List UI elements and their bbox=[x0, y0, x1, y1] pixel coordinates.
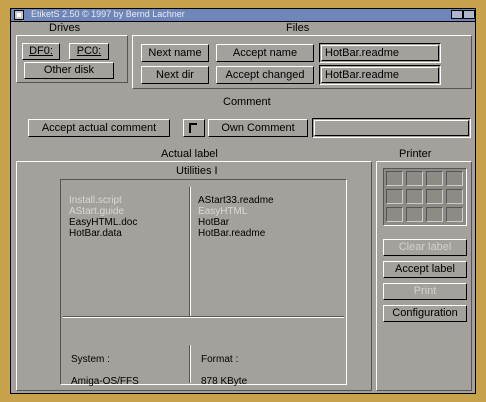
comment-heading: Comment bbox=[223, 96, 271, 108]
other-disk-button[interactable]: Other disk bbox=[24, 62, 114, 79]
grid-cell[interactable] bbox=[426, 171, 443, 186]
system-label: System : bbox=[71, 354, 110, 365]
grid-cell[interactable] bbox=[386, 189, 403, 204]
label-title: Utilities I bbox=[176, 165, 218, 177]
list-item: Install.script bbox=[69, 195, 122, 206]
list-item: EasyHTML bbox=[198, 206, 248, 217]
changed-field[interactable]: HotBar.readme bbox=[319, 65, 441, 85]
zoom-gadget-icon[interactable] bbox=[451, 10, 463, 19]
footer-column-divider bbox=[189, 345, 191, 383]
grid-cell[interactable] bbox=[386, 207, 403, 222]
grid-cell[interactable] bbox=[446, 207, 463, 222]
configuration-button[interactable]: Configuration bbox=[383, 305, 467, 322]
print-button[interactable]: Print bbox=[383, 283, 467, 300]
files-heading: Files bbox=[286, 22, 310, 34]
label-file-list-right: AStart33.readme EasyHTML HotBar HotBar.r… bbox=[198, 195, 274, 239]
main-window: EtiketS 2.50 © 1997 by Bernd Lachner Dri… bbox=[10, 8, 476, 394]
next-name-button[interactable]: Next name bbox=[141, 44, 209, 62]
format-label: Format : bbox=[201, 354, 239, 365]
label-sheet-grid bbox=[383, 168, 467, 226]
own-comment-button[interactable]: Own Comment bbox=[208, 119, 308, 137]
label-file-list-left: Install.script AStart.guide EasyHTML.doc… bbox=[69, 195, 137, 239]
clear-label-button[interactable]: Clear label bbox=[383, 239, 467, 256]
grid-cell[interactable] bbox=[446, 189, 463, 204]
list-item: EasyHTML.doc bbox=[69, 217, 138, 228]
grid-cell[interactable] bbox=[426, 207, 443, 222]
footer-divider bbox=[63, 316, 344, 318]
format-value: 878 KByte bbox=[201, 376, 248, 387]
name-field-value: HotBar.readme bbox=[321, 45, 439, 61]
accept-actual-comment-button[interactable]: Accept actual comment bbox=[28, 119, 170, 137]
name-field[interactable]: HotBar.readme bbox=[319, 43, 441, 63]
pc0-button[interactable]: PC0: bbox=[69, 43, 109, 60]
system-value: Amiga-OS/FFS bbox=[71, 376, 139, 387]
column-divider bbox=[189, 187, 191, 317]
actual-label-heading: Actual label bbox=[161, 148, 218, 160]
drives-heading: Drives bbox=[49, 22, 81, 34]
accept-changed-button[interactable]: Accept changed bbox=[216, 66, 314, 84]
list-item: AStart.guide bbox=[69, 206, 125, 217]
grid-cell[interactable] bbox=[426, 189, 443, 204]
grid-cell[interactable] bbox=[446, 171, 463, 186]
accept-label-button[interactable]: Accept label bbox=[383, 261, 467, 278]
list-item: HotBar bbox=[198, 217, 230, 228]
comment-field-value bbox=[314, 120, 469, 136]
comment-field[interactable] bbox=[312, 118, 471, 138]
list-item: HotBar.readme bbox=[198, 228, 266, 239]
accept-name-button[interactable]: Accept name bbox=[216, 44, 314, 62]
depth-gadget-icon[interactable] bbox=[463, 10, 475, 19]
list-item: AStart33.readme bbox=[198, 195, 274, 206]
changed-field-value: HotBar.readme bbox=[321, 67, 439, 83]
df0-button[interactable]: DF0: bbox=[22, 43, 60, 60]
printer-heading: Printer bbox=[399, 148, 432, 160]
grid-cell[interactable] bbox=[406, 189, 423, 204]
title-bar[interactable]: EtiketS 2.50 © 1997 by Bernd Lachner bbox=[11, 9, 475, 22]
comment-checkbox[interactable] bbox=[183, 119, 205, 137]
next-dir-button[interactable]: Next dir bbox=[141, 66, 209, 84]
grid-cell[interactable] bbox=[386, 171, 403, 186]
window-title: EtiketS 2.50 © 1997 by Bernd Lachner bbox=[31, 9, 185, 19]
grid-cell[interactable] bbox=[406, 171, 423, 186]
grid-cell[interactable] bbox=[406, 207, 423, 222]
checkmark-icon bbox=[189, 123, 197, 133]
list-item: HotBar.data bbox=[69, 228, 122, 239]
close-gadget-icon[interactable] bbox=[14, 10, 24, 20]
